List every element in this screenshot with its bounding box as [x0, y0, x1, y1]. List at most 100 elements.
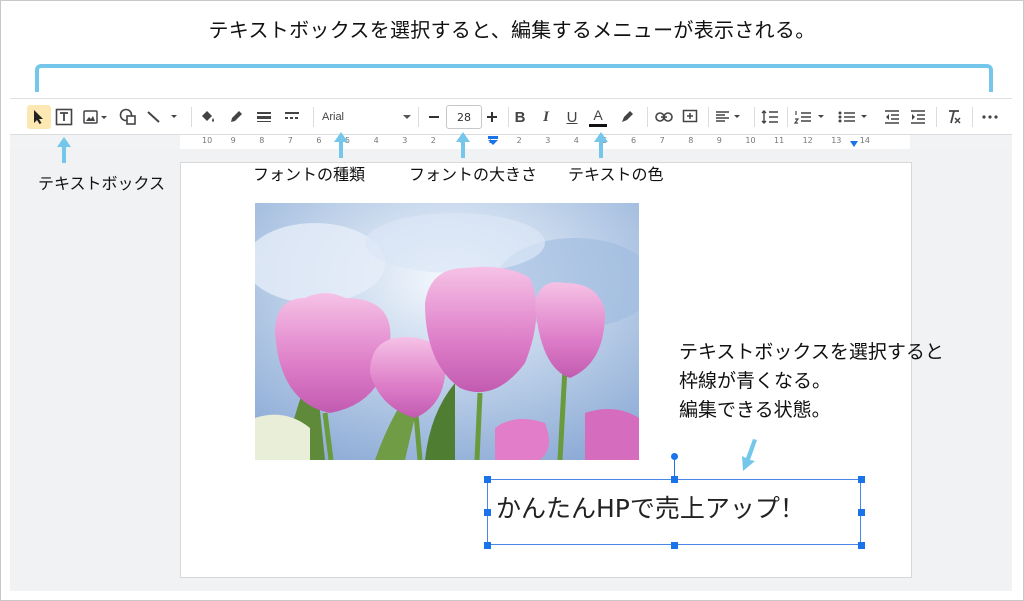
toolbar-separator	[418, 107, 419, 127]
border-weight-button[interactable]	[252, 99, 276, 135]
image-icon	[83, 110, 107, 124]
toolbar-separator	[787, 107, 788, 127]
italic-button[interactable]: I	[534, 99, 558, 135]
minus-icon	[429, 116, 439, 118]
ruler-tick-label: 9	[230, 136, 236, 145]
resize-handle[interactable]	[858, 476, 865, 483]
clear-formatting-icon	[949, 110, 961, 124]
horizontal-ruler[interactable]: 109876543211234567891011121314	[10, 134, 1012, 150]
shape-tool-button[interactable]	[116, 99, 140, 135]
underline-button[interactable]: U	[560, 99, 584, 135]
ruler-tick-label: 11	[774, 136, 785, 145]
right-indent-marker-icon[interactable]	[849, 141, 859, 147]
border-dash-button[interactable]	[280, 99, 304, 135]
ruler-tick-label: 6	[631, 136, 637, 145]
text-box-content[interactable]: かんたんHPで売上アップ！	[496, 489, 805, 525]
text-color-swatch	[589, 123, 607, 127]
increase-font-size-button[interactable]	[480, 99, 504, 135]
note-line: 枠線が青くなる。	[679, 370, 832, 392]
decrease-font-size-button[interactable]	[422, 99, 446, 135]
toolbar-separator	[647, 107, 648, 127]
ruler-tick-label: 3	[402, 136, 408, 145]
line-spacing-button[interactable]	[758, 99, 782, 135]
highlight-color-button[interactable]	[615, 99, 639, 135]
resize-handle[interactable]	[671, 476, 678, 483]
resize-handle[interactable]	[671, 542, 678, 549]
clear-formatting-button[interactable]	[942, 99, 966, 135]
ruler-tick-label: 14	[859, 136, 870, 145]
font-family-select[interactable]: Arial	[322, 99, 412, 135]
border-color-button[interactable]	[224, 99, 248, 135]
numbered-list-button[interactable]	[792, 99, 828, 135]
more-options-button[interactable]	[978, 99, 1002, 135]
ruler-tick-label: 9	[716, 136, 722, 145]
ruler-tick-label: 8	[259, 136, 265, 145]
cursor-icon	[34, 110, 43, 124]
resize-handle[interactable]	[858, 542, 865, 549]
ruler-tick-label: 4	[573, 136, 579, 145]
resize-handle[interactable]	[858, 509, 865, 516]
ruler-tick-label: 8	[688, 136, 694, 145]
annotation-font-size: フォントの大きさ	[409, 165, 538, 184]
ruler-tick-label: 10	[202, 136, 213, 145]
indent-icon	[911, 110, 925, 124]
ruler-tick-label: 12	[802, 136, 813, 145]
toolbar-bracket	[35, 64, 993, 92]
select-tool-button[interactable]	[27, 99, 51, 135]
tulip-photo[interactable]	[255, 203, 639, 460]
toolbar-separator	[936, 107, 937, 127]
note-line: テキストボックスを選択すると	[679, 341, 944, 363]
bold-button[interactable]: B	[508, 99, 532, 135]
font-family-value: Arial	[322, 111, 345, 123]
line-weight-icon	[257, 112, 271, 122]
annotation-font-type: フォントの種類	[253, 165, 366, 184]
decrease-indent-button[interactable]	[880, 99, 904, 135]
resize-handle[interactable]	[484, 476, 491, 483]
indent-marker-icon[interactable]	[487, 136, 499, 146]
selected-text-box[interactable]: かんたんHPで売上アップ！	[487, 479, 861, 545]
arrow-up-icon	[334, 132, 348, 158]
plus-icon	[487, 112, 497, 122]
add-comment-button[interactable]	[678, 99, 702, 135]
toolbar-separator	[708, 107, 709, 127]
bulleted-list-button[interactable]	[836, 99, 872, 135]
note-line: 編集できる状態。	[679, 399, 831, 421]
ruler-tick-label: 7	[659, 136, 665, 145]
fill-color-button[interactable]	[196, 99, 220, 135]
ruler-tick-label: 2	[430, 136, 436, 145]
ruler-tick-label: 2	[516, 136, 522, 145]
font-size-value: 28	[446, 105, 482, 129]
line-tool-button[interactable]	[144, 99, 180, 135]
ruler-tick-label: 3	[545, 136, 551, 145]
rotation-handle[interactable]	[671, 453, 678, 460]
toolbar-separator	[313, 107, 314, 127]
italic-icon: I	[543, 108, 549, 125]
toolbar-separator	[972, 107, 973, 127]
resize-handle[interactable]	[484, 509, 491, 516]
paint-bucket-icon	[202, 111, 214, 122]
highlighter-icon	[622, 111, 633, 122]
resize-handle[interactable]	[484, 542, 491, 549]
toolbar-separator	[191, 107, 192, 127]
underline-icon: U	[566, 108, 578, 126]
align-button[interactable]	[713, 99, 745, 135]
ruler-tick-label: 6	[316, 136, 322, 145]
bold-icon: B	[514, 108, 526, 126]
text-box-icon	[55, 108, 73, 126]
line-dash-icon	[285, 112, 299, 119]
increase-indent-button[interactable]	[906, 99, 930, 135]
ruler-tick-label: 13	[831, 136, 842, 145]
insert-link-button[interactable]	[652, 99, 676, 135]
top-caption: テキストボックスを選択すると、編集するメニューが表示される。	[208, 18, 816, 42]
chevron-down-icon	[403, 115, 411, 119]
comment-add-icon	[682, 109, 698, 123]
arrow-up-icon	[57, 137, 71, 163]
text-color-button[interactable]: A	[587, 99, 609, 135]
link-icon	[655, 112, 673, 122]
align-left-icon	[716, 111, 740, 122]
text-box-tool-button[interactable]	[52, 99, 76, 135]
font-size-input[interactable]: 28	[446, 99, 482, 135]
ruler-tick-label: 4	[373, 136, 379, 145]
image-tool-button[interactable]	[80, 99, 112, 135]
pencil-icon	[231, 111, 242, 122]
